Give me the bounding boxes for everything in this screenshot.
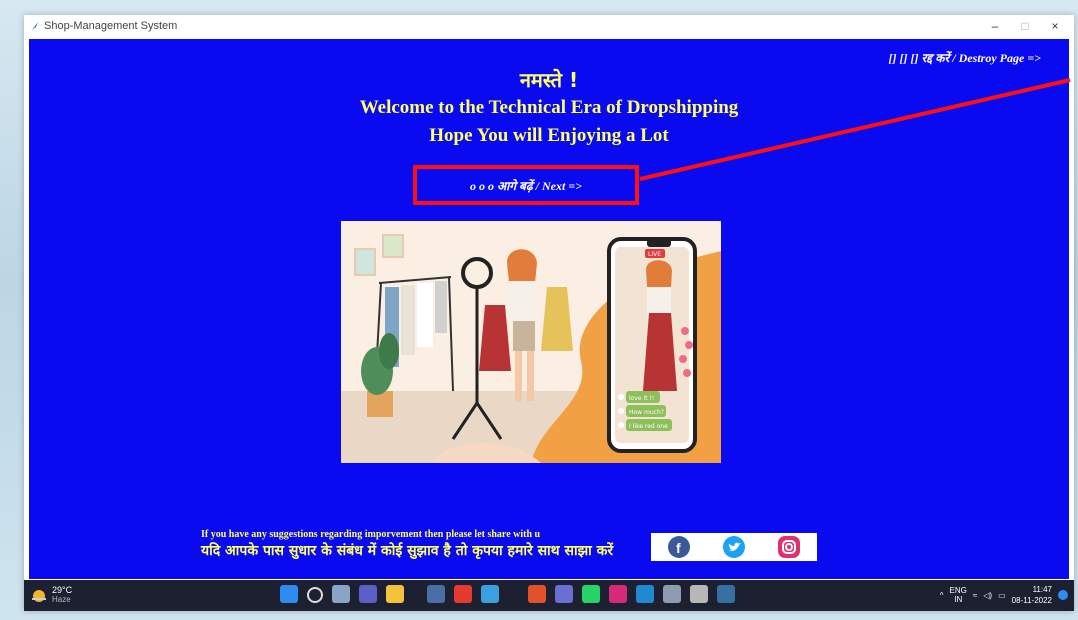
clock-date: 08-11-2022 xyxy=(1011,596,1052,605)
next-button[interactable]: o o o आगे बढ़ें / Next => xyxy=(413,165,639,205)
twitter-icon xyxy=(722,536,745,558)
region-code: IN xyxy=(954,595,963,604)
tool-icon[interactable] xyxy=(663,585,681,603)
weather-widget[interactable]: 29°C Haze xyxy=(30,585,72,604)
office-icon[interactable] xyxy=(528,585,546,603)
chevron-up-icon[interactable]: ^ xyxy=(940,591,944,600)
shop-illustration-image: LIVE love it !! How much? I like red one xyxy=(341,234,721,463)
weather-temperature: 29°C xyxy=(52,585,73,595)
wifi-icon[interactable]: ≈ xyxy=(973,591,977,600)
destroy-page-link[interactable]: [] [] [] रद्द करें / Destroy Page => xyxy=(889,49,1041,66)
browser-icon[interactable] xyxy=(481,585,499,603)
language-code: ENG xyxy=(949,586,967,595)
suggestion-text-english: If you have any suggestions regarding im… xyxy=(201,529,541,540)
vscode-icon[interactable] xyxy=(636,585,654,603)
haze-weather-icon xyxy=(32,589,46,602)
window-title: Shop-Management System xyxy=(44,20,178,32)
greeting-heading: नमस्ते ! xyxy=(519,68,579,92)
database-icon[interactable] xyxy=(690,585,708,603)
notification-icon[interactable] xyxy=(1058,590,1068,600)
suggestion-text-hindi: यदि आपके पास सुधार के संबंध में कोई सुझा… xyxy=(201,543,614,559)
chat-comment-1: love it !! xyxy=(629,395,654,402)
chat-comment-2: How much? xyxy=(629,409,664,416)
maximize-button[interactable]: □ xyxy=(1012,17,1038,35)
instagram-icon xyxy=(778,536,801,558)
app-window: Shop-Management System – □ × [] [] [] रद… xyxy=(24,15,1074,611)
system-tray: ^ ENG IN ≈ ◁) ▭ 11:47 08-11-2022 xyxy=(940,584,1068,606)
minimize-button[interactable]: – xyxy=(982,17,1008,35)
facebook-icon: f xyxy=(667,536,690,558)
language-indicator[interactable]: ENG IN xyxy=(950,586,967,604)
chat-comment-3: I like red one xyxy=(629,423,668,430)
store-icon[interactable] xyxy=(427,585,445,603)
whatsapp-icon[interactable] xyxy=(582,585,600,603)
instagram-app-icon[interactable] xyxy=(609,585,627,603)
subtitle-heading: Hope You will Enjoying a Lot xyxy=(429,125,669,146)
dropshipping-illustration: LIVE love it !! How much? I like red one xyxy=(341,221,721,463)
live-badge-text: LIVE xyxy=(648,251,661,258)
social-links: f xyxy=(651,533,817,561)
facebook-link[interactable]: f xyxy=(660,536,698,558)
instagram-link[interactable] xyxy=(770,536,808,558)
facebook-glyph: f xyxy=(676,540,681,556)
app-red-icon[interactable] xyxy=(454,585,472,603)
clock[interactable]: 11:47 08-11-2022 xyxy=(1012,584,1052,606)
taskbar-apps xyxy=(280,585,735,603)
welcome-page: [] [] [] रद्द करें / Destroy Page => नमस… xyxy=(29,39,1069,579)
windows-taskbar: 29°C Haze ^ ENG IN ≈ ◁) ▭ 11:47 08-11-20 xyxy=(24,580,1074,611)
volume-icon[interactable]: ◁) xyxy=(983,591,992,600)
weather-condition: Haze xyxy=(52,595,71,604)
task-view-icon[interactable] xyxy=(332,585,350,603)
twitter-link[interactable] xyxy=(715,536,753,558)
search-icon[interactable] xyxy=(307,587,323,603)
file-explorer-icon[interactable] xyxy=(386,585,404,603)
welcome-heading: Welcome to the Technical Era of Dropship… xyxy=(359,97,739,118)
feather-icon xyxy=(32,22,38,30)
teams-icon[interactable] xyxy=(555,585,573,603)
chat-icon[interactable] xyxy=(359,585,377,603)
close-button[interactable]: × xyxy=(1042,17,1068,35)
clock-time: 11:47 xyxy=(1032,585,1052,594)
python-icon[interactable] xyxy=(717,585,735,603)
window-titlebar: Shop-Management System – □ × xyxy=(24,15,1074,37)
battery-icon[interactable]: ▭ xyxy=(998,591,1006,600)
start-icon[interactable] xyxy=(280,585,298,603)
next-button-label: o o o आगे बढ़ें / Next => xyxy=(470,178,582,193)
